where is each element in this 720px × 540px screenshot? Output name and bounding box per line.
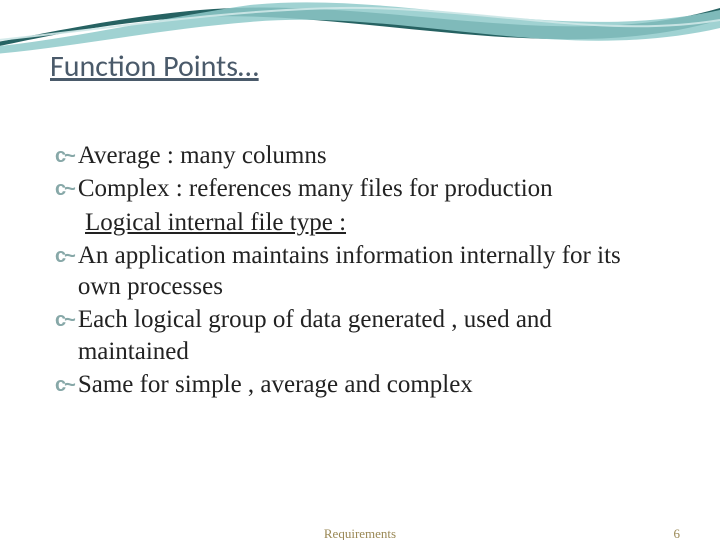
bullet-icon: c~ [55, 373, 74, 398]
bullet-text: Average : many columns [78, 140, 665, 171]
bullet-icon: c~ [55, 308, 74, 333]
bullet-text: Complex : references many files for prod… [78, 173, 665, 204]
page-number: 6 [674, 526, 681, 540]
list-item: c~ Complex : references many files for p… [55, 173, 665, 204]
list-item: c~ Same for simple , average and complex [55, 369, 665, 400]
bullet-icon: c~ [55, 177, 74, 202]
subheading: Logical internal file type : [85, 209, 346, 236]
bullet-text: Same for simple , average and complex [78, 369, 665, 400]
footer-label: Requirements [324, 526, 396, 540]
bullet-icon: c~ [55, 244, 74, 269]
content-body: c~ Average : many columns c~ Complex : r… [55, 140, 665, 402]
title-area: Function Points… [50, 48, 259, 85]
list-item-continuation: Logical internal file type : [85, 207, 665, 238]
list-item: c~ Average : many columns [55, 140, 665, 171]
bullet-text: Each logical group of data generated , u… [78, 304, 665, 367]
bullet-text: An application maintains information int… [78, 240, 665, 303]
list-item: c~ An application maintains information … [55, 240, 665, 303]
bullet-icon: c~ [55, 144, 74, 169]
slide-title: Function Points… [50, 48, 259, 85]
list-item: c~ Each logical group of data generated … [55, 304, 665, 367]
